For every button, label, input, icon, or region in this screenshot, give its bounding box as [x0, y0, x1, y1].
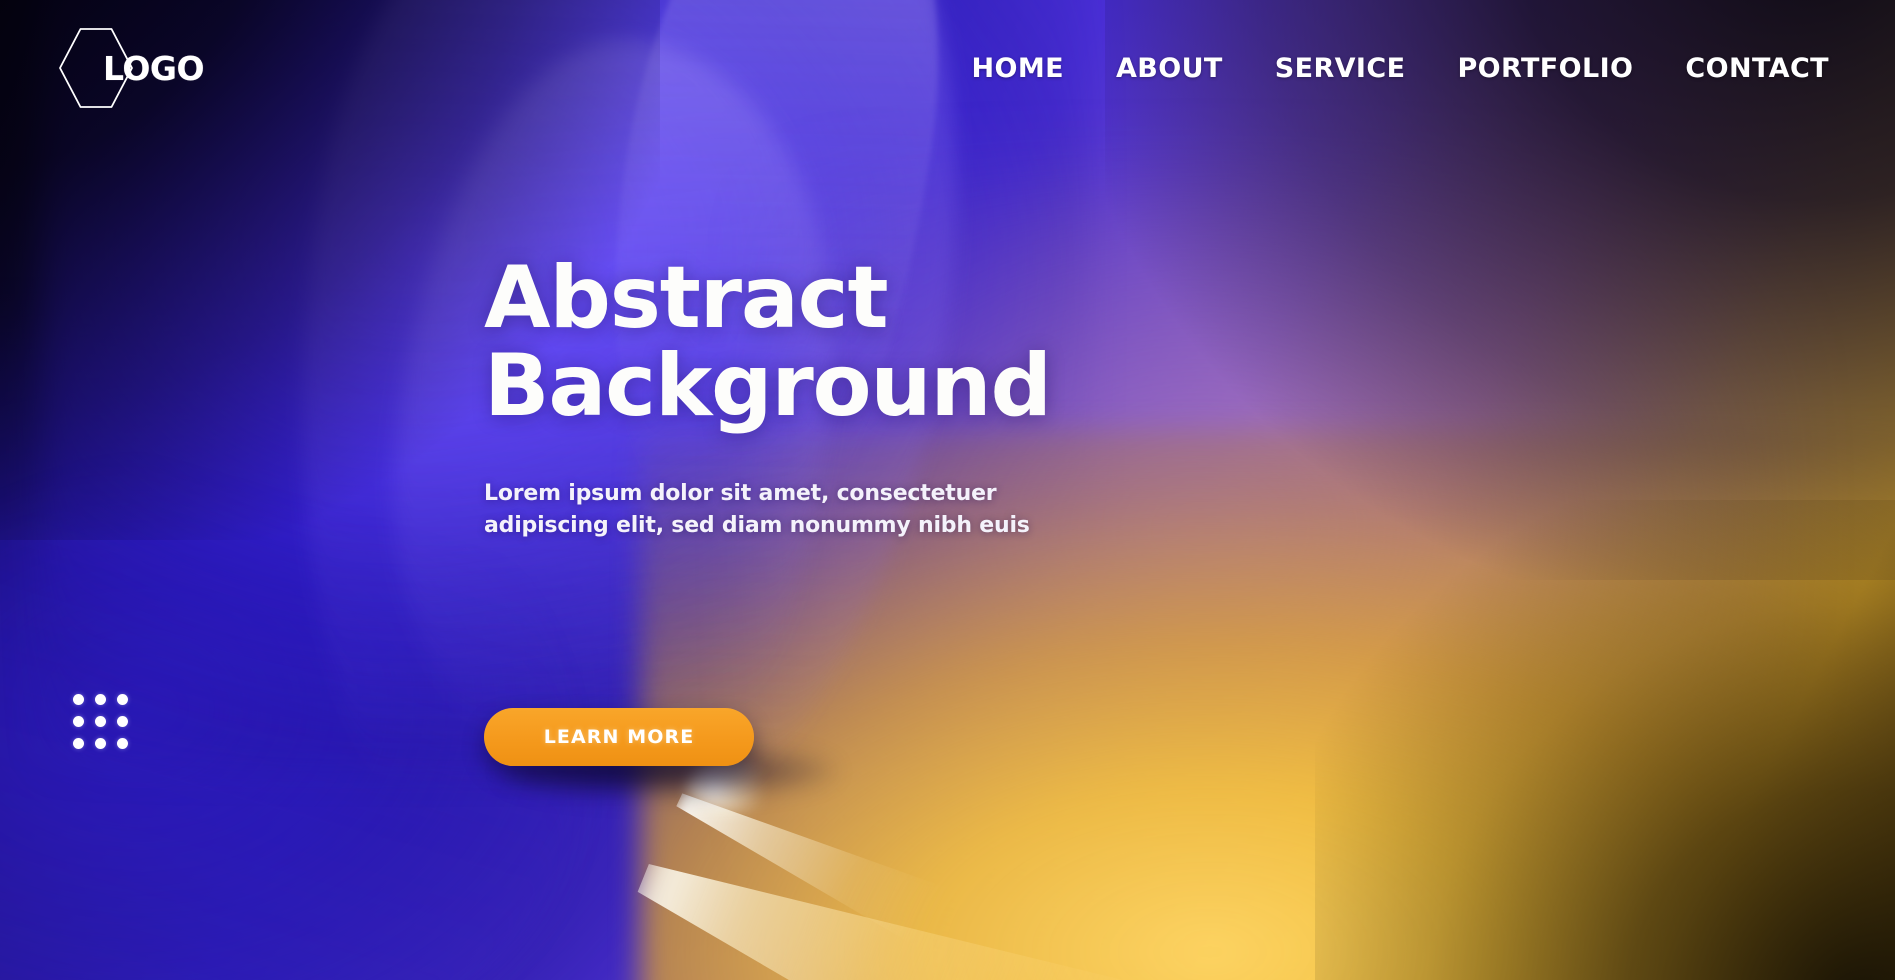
grid-dot — [95, 716, 106, 727]
grid-dot — [73, 716, 84, 727]
grid-dot — [95, 694, 106, 705]
hero-subtitle: Lorem ipsum dolor sit amet, consectetuer… — [484, 481, 1030, 538]
grid-dot — [117, 716, 128, 727]
nav-item-contact[interactable]: CONTACT — [1685, 55, 1829, 82]
background-light-ray-hotspot — [686, 760, 776, 814]
cta-container: LEARN MORE — [484, 708, 836, 798]
main-navigation: HOME ABOUT SERVICE PORTFOLIO CONTACT — [972, 55, 1830, 82]
grid-dots-icon[interactable] — [73, 694, 128, 749]
nav-item-home[interactable]: HOME — [972, 55, 1064, 82]
grid-dot — [117, 694, 128, 705]
background-vignette-bottom-right — [1315, 500, 1895, 980]
grid-dot — [73, 738, 84, 749]
grid-dot — [95, 738, 106, 749]
logo[interactable]: LOGO — [56, 23, 205, 113]
hero-content: Abstract Background Lorem ipsum dolor si… — [484, 248, 1244, 541]
grid-dot — [73, 694, 84, 705]
nav-item-service[interactable]: SERVICE — [1275, 55, 1406, 82]
logo-text: LOGO — [103, 48, 205, 88]
grid-dot — [117, 738, 128, 749]
nav-item-portfolio[interactable]: PORTFOLIO — [1457, 55, 1633, 82]
landing-page-hero: LOGO HOME ABOUT SERVICE PORTFOLIO CONTAC… — [0, 0, 1895, 980]
learn-more-button[interactable]: LEARN MORE — [484, 708, 754, 766]
site-header: LOGO HOME ABOUT SERVICE PORTFOLIO CONTAC… — [0, 0, 1895, 136]
nav-item-about[interactable]: ABOUT — [1116, 55, 1223, 82]
page-title: Abstract Background — [484, 248, 1052, 436]
